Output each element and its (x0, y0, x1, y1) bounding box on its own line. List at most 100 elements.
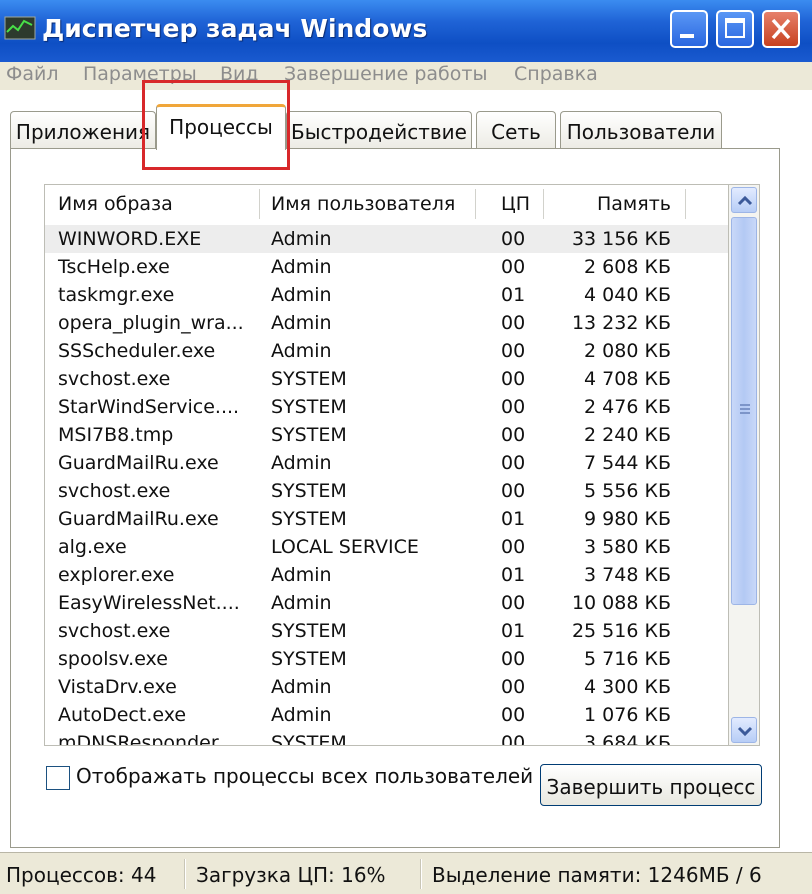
column-header-cpu[interactable]: ЦП (501, 193, 530, 215)
process-cpu: 00 (501, 676, 526, 698)
process-image-name: MSI7B8.tmp (58, 424, 174, 446)
process-row[interactable]: WINWORD.EXE Admin 00 33 156 КБ (45, 225, 728, 253)
process-memory: 2 240 КБ (584, 424, 671, 446)
process-row[interactable]: AutoDect.exe Admin 00 1 076 КБ (45, 701, 728, 729)
window-title: Диспетчер задач Windows (42, 14, 428, 43)
minimize-button[interactable] (670, 10, 708, 48)
vertical-scrollbar[interactable] (728, 184, 760, 746)
show-all-users-label[interactable]: Отображать процессы всех пользователей (76, 764, 533, 788)
process-row[interactable]: explorer.exe Admin 01 3 748 КБ (45, 561, 728, 589)
process-user-name: SYSTEM (271, 480, 347, 502)
process-row[interactable]: svchost.exe SYSTEM 00 4 708 КБ (45, 365, 728, 393)
status-divider (184, 859, 186, 889)
process-row[interactable]: EasyWirelessNet.... Admin 00 10 088 КБ (45, 589, 728, 617)
process-user-name: Admin (271, 564, 332, 586)
scroll-up-button[interactable] (731, 187, 757, 213)
process-memory: 3 684 КБ (584, 732, 671, 746)
process-row[interactable]: opera_plugin_wra... Admin 00 13 232 КБ (45, 309, 728, 337)
menu-shutdown[interactable]: Завершение работы (284, 63, 487, 85)
tab-network[interactable]: Сеть (476, 111, 556, 149)
process-cpu: 00 (501, 424, 526, 446)
process-user-name: SYSTEM (271, 396, 347, 418)
process-memory: 33 156 КБ (571, 228, 671, 250)
process-user-name: SYSTEM (271, 368, 347, 390)
process-image-name: mDNSResponder... (58, 732, 236, 746)
process-row[interactable]: SSScheduler.exe Admin 00 2 080 КБ (45, 337, 728, 365)
column-divider[interactable] (259, 189, 260, 219)
process-image-name: svchost.exe (58, 368, 171, 390)
process-row[interactable]: TscHelp.exe Admin 00 2 608 КБ (45, 253, 728, 281)
process-row[interactable]: mDNSResponder... SYSTEM 00 3 684 КБ (45, 729, 728, 746)
process-cpu: 00 (501, 452, 526, 474)
process-row[interactable]: VistaDrv.exe Admin 00 4 300 КБ (45, 673, 728, 701)
process-cpu: 01 (501, 284, 526, 306)
process-image-name: svchost.exe (58, 480, 171, 502)
end-process-button[interactable]: Завершить процесс (540, 764, 762, 806)
process-user-name: LOCAL SERVICE (271, 536, 419, 558)
process-row[interactable]: taskmgr.exe Admin 01 4 040 КБ (45, 281, 728, 309)
scroll-thumb[interactable] (731, 217, 757, 605)
process-user-name: Admin (271, 340, 332, 362)
process-user-name: Admin (271, 592, 332, 614)
process-cpu: 00 (501, 396, 526, 418)
process-cpu: 00 (501, 340, 526, 362)
process-row[interactable]: MSI7B8.tmp SYSTEM 00 2 240 КБ (45, 421, 728, 449)
process-cpu: 00 (501, 704, 526, 726)
menu-help[interactable]: Справка (514, 63, 598, 85)
process-user-name: SYSTEM (271, 732, 347, 746)
process-image-name: spoolsv.exe (58, 648, 168, 670)
maximize-button[interactable] (716, 10, 754, 48)
process-row[interactable]: svchost.exe SYSTEM 01 25 516 КБ (45, 617, 728, 645)
process-image-name: WINWORD.EXE (58, 228, 202, 250)
process-user-name: SYSTEM (271, 424, 347, 446)
process-row[interactable]: svchost.exe SYSTEM 00 5 556 КБ (45, 477, 728, 505)
show-all-users-checkbox[interactable] (46, 766, 70, 790)
column-header-image-name[interactable]: Имя образа (58, 193, 173, 215)
process-memory: 1 076 КБ (584, 704, 671, 726)
process-user-name: Admin (271, 704, 332, 726)
process-user-name: Admin (271, 452, 332, 474)
column-divider[interactable] (475, 189, 476, 219)
column-header-user-name[interactable]: Имя пользователя (271, 193, 455, 215)
process-image-name: TscHelp.exe (58, 256, 170, 278)
tab-performance[interactable]: Быстродействие (286, 111, 472, 149)
process-memory: 4 040 КБ (584, 284, 671, 306)
status-bar: Процессов: 44 Загрузка ЦП: 16% Выделение… (0, 852, 812, 894)
process-cpu: 01 (501, 508, 526, 530)
process-list[interactable]: Имя образа Имя пользователя ЦП Память WI… (44, 184, 728, 746)
status-memory-commit: Выделение памяти: 1246МБ / 6 (432, 863, 762, 887)
process-image-name: AutoDect.exe (58, 704, 187, 726)
process-row[interactable]: spoolsv.exe SYSTEM 00 5 716 КБ (45, 645, 728, 673)
process-user-name: SYSTEM (271, 648, 347, 670)
process-cpu: 00 (501, 732, 526, 746)
minimize-icon (680, 34, 694, 38)
column-divider[interactable] (685, 189, 686, 219)
chevron-up-icon (737, 195, 753, 206)
process-cpu: 00 (501, 228, 526, 250)
process-memory: 10 088 КБ (571, 592, 671, 614)
process-cpu: 00 (501, 648, 526, 670)
process-user-name: Admin (271, 676, 332, 698)
close-button[interactable] (762, 10, 800, 48)
scroll-down-button[interactable] (731, 717, 757, 743)
column-divider[interactable] (543, 189, 544, 219)
process-row[interactable]: GuardMailRu.exe SYSTEM 01 9 980 КБ (45, 505, 728, 533)
process-image-name: opera_plugin_wra... (58, 312, 244, 334)
process-memory: 4 708 КБ (584, 368, 671, 390)
process-memory: 13 232 КБ (571, 312, 671, 334)
status-divider (420, 859, 422, 889)
process-user-name: SYSTEM (271, 508, 347, 530)
process-user-name: Admin (271, 228, 332, 250)
column-header-memory[interactable]: Память (597, 193, 671, 215)
process-user-name: SYSTEM (271, 620, 347, 642)
process-memory: 2 608 КБ (584, 256, 671, 278)
tab-users[interactable]: Пользователи (560, 111, 722, 149)
process-row[interactable]: StarWindService.... SYSTEM 00 2 476 КБ (45, 393, 728, 421)
process-cpu: 00 (501, 592, 526, 614)
process-cpu: 01 (501, 564, 526, 586)
process-row[interactable]: GuardMailRu.exe Admin 00 7 544 КБ (45, 449, 728, 477)
tab-applications[interactable]: Приложения (10, 111, 156, 149)
menu-file[interactable]: Файл (6, 63, 59, 85)
menu-bar: Файл Параметры Вид Завершение работы Спр… (0, 62, 812, 90)
process-row[interactable]: alg.exe LOCAL SERVICE 00 3 580 КБ (45, 533, 728, 561)
